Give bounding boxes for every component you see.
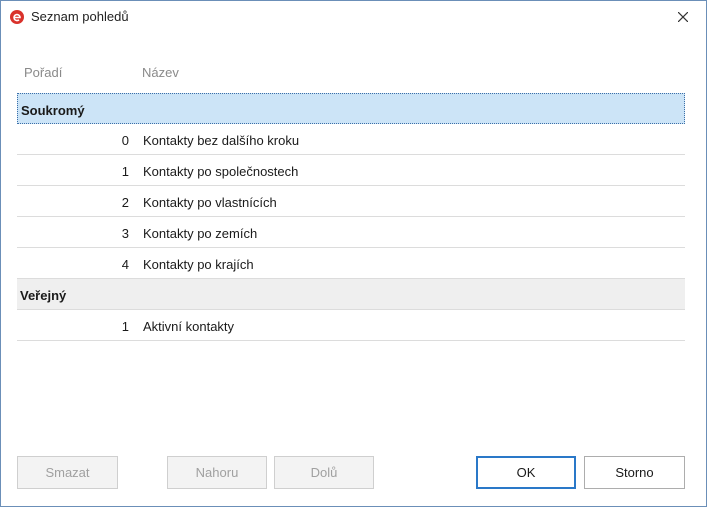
delete-button[interactable]: Smazat [17,456,118,489]
item-order: 0 [121,133,129,148]
column-header-name[interactable]: Název [142,65,179,80]
ok-button[interactable]: OK [476,456,576,489]
list-item[interactable]: 4 Kontakty po krajích [17,248,685,279]
list-item[interactable]: 1 Kontakty po společnostech [17,155,685,186]
group-row-private[interactable]: Soukromý [17,93,685,124]
title-bar: Seznam pohledů [1,1,706,33]
item-name: Kontakty po společnostech [143,164,299,179]
group-label: Soukromý [21,103,85,118]
move-up-button[interactable]: Nahoru [167,456,267,489]
item-order: 1 [121,319,129,334]
close-icon [678,12,688,22]
list-item[interactable]: 0 Kontakty bez dalšího kroku [17,124,685,155]
app-logo-icon [10,10,24,24]
item-name: Kontakty bez dalšího kroku [143,133,300,148]
group-label: Veřejný [20,288,67,303]
list-item[interactable]: 3 Kontakty po zemích [17,217,685,248]
dialog-window: Seznam pohledů Pořadí Název Soukromý 0 K… [0,0,707,507]
list-item[interactable]: 1 Aktivní kontakty [17,310,685,341]
views-list[interactable]: Soukromý 0 Kontakty bez dalšího kroku 1 … [17,93,685,341]
close-button[interactable] [671,7,695,27]
item-name: Kontakty po zemích [143,226,258,241]
group-row-public[interactable]: Veřejný [17,279,685,310]
item-name: Aktivní kontakty [143,319,235,334]
list-item[interactable]: 2 Kontakty po vlastnících [17,186,685,217]
item-name: Kontakty po vlastnících [143,195,277,210]
move-down-button[interactable]: Dolů [274,456,374,489]
item-order: 4 [121,257,129,272]
cancel-button[interactable]: Storno [584,456,685,489]
item-order: 1 [121,164,129,179]
item-name: Kontakty po krajích [143,257,254,272]
column-header-order[interactable]: Pořadí [24,65,62,80]
item-order: 3 [121,226,129,241]
item-order: 2 [121,195,129,210]
window-title: Seznam pohledů [31,9,129,24]
